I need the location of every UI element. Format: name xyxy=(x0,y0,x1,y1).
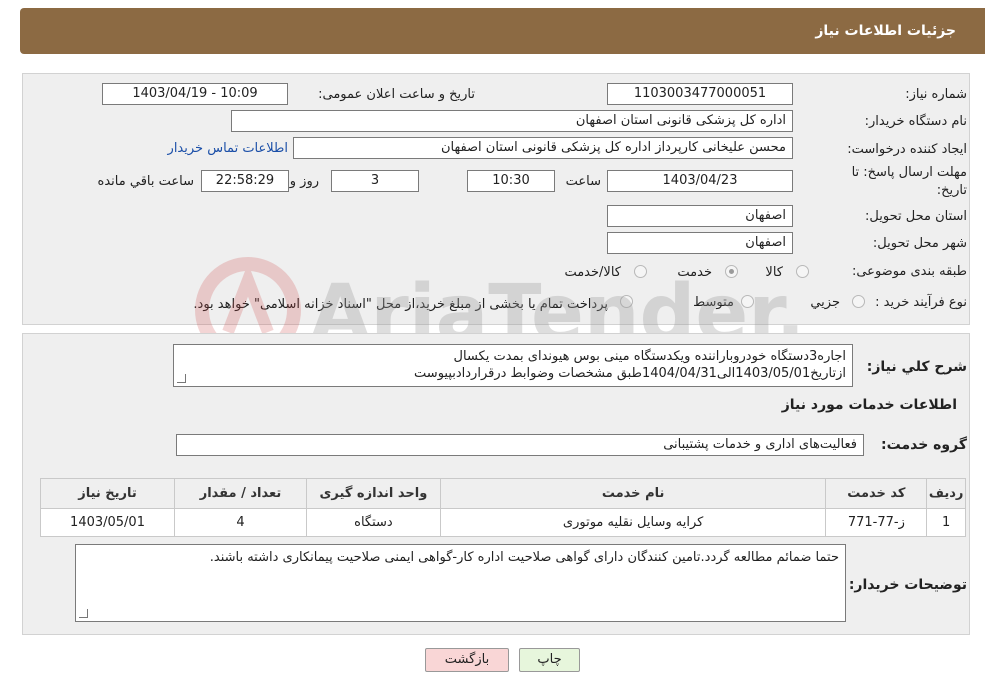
cell-quantity: 4 xyxy=(174,508,307,537)
deadline-date-field: 1403/04/23 xyxy=(607,170,793,192)
days-remaining-field: 3 xyxy=(331,170,419,192)
need-number-label: شماره نیاز: xyxy=(905,87,967,102)
buyer-notes-textarea[interactable]: حتما ضمائم مطالعه گردد.تامین کنندگان دار… xyxy=(75,544,846,622)
deadline-label-date: تاریخ: xyxy=(936,183,967,198)
deadline-label: مهلت ارسال پاسخ: تا xyxy=(851,165,967,180)
description-textarea[interactable]: اجاره3دستگاه خودروباراننده ویکدستگاه مین… xyxy=(173,344,853,387)
description-label: شرح کلي نياز: xyxy=(866,359,967,375)
province-label: استان محل تحویل: xyxy=(865,209,967,224)
city-field: اصفهان xyxy=(607,232,793,254)
cell-unit: دستگاه xyxy=(305,508,441,537)
cell-row-number: 1 xyxy=(926,508,966,537)
creator-label: ایجاد کننده درخواست: xyxy=(847,142,967,157)
process-option-minor: جزيي xyxy=(810,295,840,310)
notes-resize-grip-icon[interactable] xyxy=(79,609,88,618)
treasury-checkbox[interactable] xyxy=(620,295,633,308)
time-remaining-label: ساعت باقي مانده xyxy=(97,174,194,189)
service-group-label: گروه خدمت: xyxy=(881,437,967,453)
description-line-2: ازتاریخ1403/05/01الی1404/04/31طبق مشخصات… xyxy=(414,366,846,381)
buyer-org-label: نام دستگاه خریدار: xyxy=(864,114,967,129)
col-quantity: تعداد / مقدار xyxy=(174,478,307,509)
deadline-time-label: ساعت xyxy=(565,174,601,189)
province-field: اصفهان xyxy=(607,205,793,227)
page-header: جزئیات اطلاعات نیاز xyxy=(20,8,985,54)
need-number-field: 1103003477000051 xyxy=(607,83,793,105)
resize-grip-icon[interactable] xyxy=(177,374,186,383)
announce-date-label: تاریخ و ساعت اعلان عمومی: xyxy=(318,87,475,102)
process-radio-medium[interactable] xyxy=(741,295,754,308)
print-button[interactable]: چاپ xyxy=(519,648,580,672)
category-label: طبقه بندی موضوعی: xyxy=(851,264,967,279)
buyer-notes-label: توضیحات خریدار: xyxy=(848,577,967,593)
col-service-name: نام خدمت xyxy=(439,478,827,509)
process-option-medium: متوسط xyxy=(693,295,734,310)
col-service-code: کد خدمت xyxy=(825,478,928,509)
category-radio-goods-service[interactable] xyxy=(634,265,647,278)
buyer-org-field: اداره کل پزشکی قانونی استان اصفهان xyxy=(231,110,793,132)
description-line-1: اجاره3دستگاه خودروباراننده ویکدستگاه مین… xyxy=(453,349,846,364)
col-unit: واحد اندازه گیری xyxy=(305,478,441,509)
creator-field: محسن علیخانی کارپرداز اداره کل پزشکی قان… xyxy=(293,137,793,159)
time-remaining-field: 22:58:29 xyxy=(201,170,289,192)
col-need-date: تاریخ نیاز xyxy=(39,478,176,509)
cell-service-code: ز-77-771 xyxy=(825,508,928,537)
services-section-title: اطلاعات خدمات مورد نیاز xyxy=(781,397,957,413)
category-radio-goods[interactable] xyxy=(796,265,809,278)
process-type-label: نوع فرآیند خرید : xyxy=(875,295,967,310)
city-label: شهر محل تحویل: xyxy=(872,236,967,251)
days-label: روز و xyxy=(289,174,319,189)
table-row: 1 ز-77-771 کرایه وسایل نقلیه موتوری دستگ… xyxy=(39,508,966,537)
category-option-goods: کالا xyxy=(765,265,783,280)
category-option-service: خدمت xyxy=(677,265,712,280)
back-button[interactable]: بازگشت xyxy=(425,648,509,672)
cell-need-date: 1403/05/01 xyxy=(39,508,176,537)
category-option-goods-service: کالا/خدمت xyxy=(564,265,621,280)
treasury-note: پرداخت تمام یا بخشی از مبلغ خرید،از محل … xyxy=(193,297,608,312)
announce-date-field: 1403/04/19 - 10:09 xyxy=(102,83,288,105)
service-group-field: فعالیت‌های اداری و خدمات پشتیبانی xyxy=(176,434,864,456)
page-title: جزئیات اطلاعات نیاز xyxy=(815,23,956,39)
buyer-contact-link[interactable]: اطلاعات تماس خریدار xyxy=(168,141,288,156)
cell-service-name: کرایه وسایل نقلیه موتوری xyxy=(439,508,827,537)
category-radio-service[interactable] xyxy=(725,265,738,278)
services-table-header: ردیف کد خدمت نام خدمت واحد اندازه گیری ت… xyxy=(39,478,966,509)
process-radio-minor[interactable] xyxy=(852,295,865,308)
deadline-time-field: 10:30 xyxy=(467,170,555,192)
col-row-number: ردیف xyxy=(926,478,966,509)
services-table: ردیف کد خدمت نام خدمت واحد اندازه گیری ت… xyxy=(39,478,966,537)
